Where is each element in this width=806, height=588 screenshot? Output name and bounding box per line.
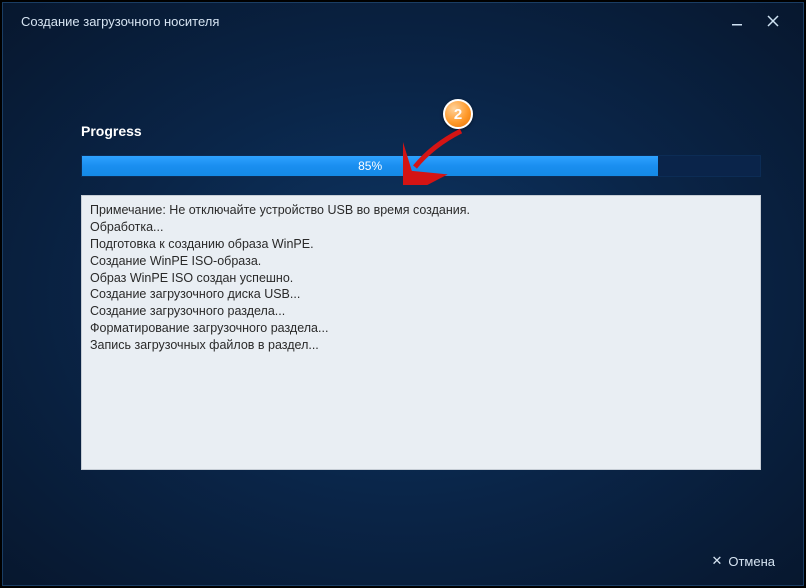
main-content: Progress 85% Примечание: Не отключайте у… [81, 123, 761, 470]
progress-fill: 85% [82, 156, 658, 176]
log-line: Создание WinPE ISO-образа. [90, 253, 752, 270]
log-line: Примечание: Не отключайте устройство USB… [90, 202, 752, 219]
annotation-step-badge: 2 [443, 99, 473, 129]
progress-bar: 85% [81, 155, 761, 177]
minimize-button[interactable] [719, 3, 755, 39]
cancel-label: Отмена [728, 554, 775, 569]
log-line: Обработка... [90, 219, 752, 236]
close-icon [767, 15, 779, 27]
log-line: Создание загрузочного раздела... [90, 303, 752, 320]
log-line: Запись загрузочных файлов в раздел... [90, 337, 752, 354]
window-title: Создание загрузочного носителя [21, 14, 219, 29]
app-window: Создание загрузочного носителя Progress … [2, 2, 804, 586]
close-icon: ✕ [711, 553, 722, 569]
log-panel: Примечание: Не отключайте устройство USB… [81, 195, 761, 470]
titlebar: Создание загрузочного носителя [3, 3, 803, 39]
log-line: Подготовка к созданию образа WinPE. [90, 236, 752, 253]
log-line: Создание загрузочного диска USB... [90, 286, 752, 303]
progress-percent-text: 85% [358, 159, 382, 173]
progress-heading: Progress [81, 123, 761, 139]
cancel-button[interactable]: ✕ Отмена [711, 553, 775, 569]
minimize-icon [731, 15, 743, 27]
close-button[interactable] [755, 3, 791, 39]
log-line: Образ WinPE ISO создан успешно. [90, 270, 752, 287]
log-line: Форматирование загрузочного раздела... [90, 320, 752, 337]
